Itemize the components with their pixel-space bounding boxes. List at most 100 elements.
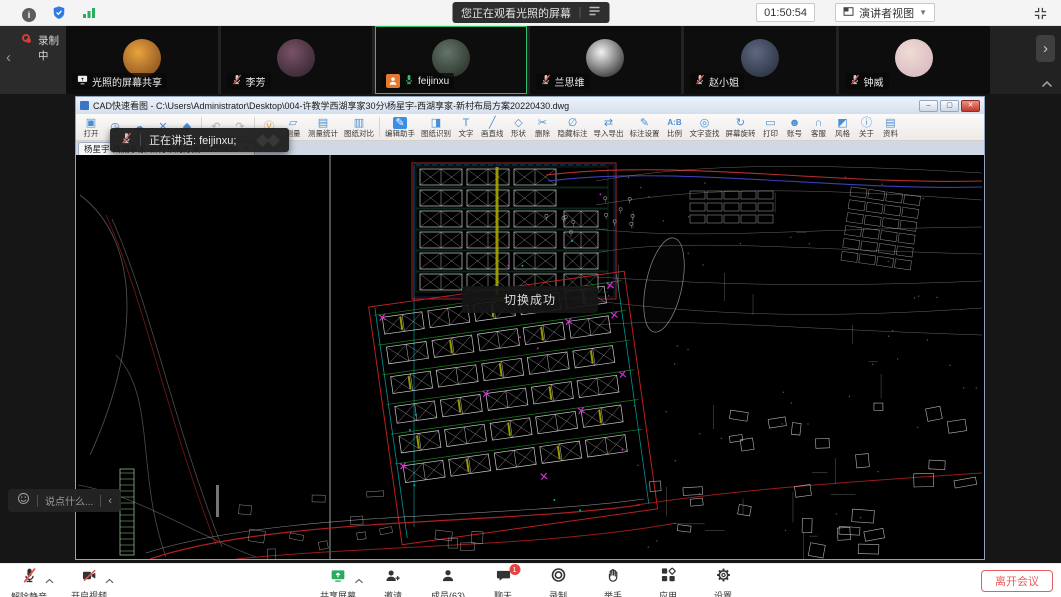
cad-tool-scale-icon[interactable]: A:B比例 [663, 114, 687, 140]
participant-name: 钟威 [864, 74, 884, 89]
cad-tool-label: 比例 [667, 129, 682, 138]
cad-title-bar[interactable]: CAD快速看图 - C:\Users\Administrator\Desktop… [76, 97, 984, 114]
mic-muted-icon [695, 74, 705, 88]
cad-app-icon [80, 101, 89, 110]
about-icon: ⓘ [861, 117, 872, 129]
measure-icon: ▱ [289, 117, 297, 129]
participant-filmstrip: 录制中 ‹ 光照的屏幕共享 李芳 feijinxu兰思维赵小姐 钟威 › [0, 26, 1061, 94]
control-label: 共享屏幕 [320, 589, 356, 597]
participant-tile-李芳[interactable]: 李芳 [221, 26, 373, 94]
cad-tool-style-icon[interactable]: ◩风格 [831, 114, 855, 140]
cad-tool-label: 屏幕旋转 [726, 129, 756, 138]
participant-tile-screenshare[interactable]: 光照的屏幕共享 [66, 26, 218, 94]
invite-icon [385, 568, 402, 588]
avatar [741, 39, 779, 77]
cad-tool-docs-icon[interactable]: ▤资料 [879, 114, 903, 140]
style-icon: ◩ [837, 117, 847, 129]
layout-view-icon [843, 6, 854, 20]
recording-indicator: 录制中 ‹ [0, 26, 66, 94]
meeting-control-bar: 解除静音 开启视频 共享屏幕 邀请 成员(63) 聊天 1 录制 举手 应用 设… [0, 563, 1061, 597]
quick-chat-input[interactable]: 说点什么... ‹ [8, 489, 121, 512]
start-video-button[interactable]: 开启视频 [70, 567, 108, 597]
cad-drawing-canvas[interactable] [76, 155, 984, 559]
cad-tool-label: 删除 [535, 129, 550, 138]
chevron-up-icon[interactable] [354, 571, 363, 589]
cad-tool-drawing-compare-icon[interactable]: ▥图纸对比 [341, 114, 377, 140]
members-button[interactable]: 成员(63) [429, 567, 467, 597]
exit-fullscreen-icon[interactable] [1031, 4, 1049, 22]
mic-active-icon [404, 74, 414, 88]
cad-tool-import-export-icon[interactable]: ⇄导入导出 [591, 114, 627, 140]
cad-tool-screen-rotate-icon[interactable]: ↻屏幕旋转 [723, 114, 759, 140]
cad-tool-hide-annotation-icon[interactable]: ∅隐藏标注 [555, 114, 591, 140]
close-button[interactable]: ✕ [961, 100, 980, 112]
chat-pill-divider2 [100, 495, 101, 507]
participant-tile-钟威[interactable]: 钟威 [839, 26, 991, 94]
cad-tool-label: 标注设置 [630, 129, 660, 138]
cad-tool-support-icon[interactable]: ∩客服 [807, 114, 831, 140]
view-mode-selector[interactable]: 演讲者视图 ▼ [835, 3, 935, 22]
cad-tool-measure-stats-icon[interactable]: ▤测量统计 [305, 114, 341, 140]
cad-tool-label: 关于 [859, 129, 874, 138]
cad-tool-about-icon[interactable]: ⓘ关于 [855, 114, 879, 140]
cad-tool-text-icon[interactable]: T文字 [454, 114, 478, 140]
cad-tool-print-icon[interactable]: ▭打印 [759, 114, 783, 140]
chevron-up-icon[interactable] [105, 571, 114, 589]
mic-muted-icon [850, 74, 860, 88]
settings-button[interactable]: 设置 [704, 567, 742, 597]
cad-tool-label: 账号 [787, 129, 802, 138]
cad-tool-label: 文字查找 [690, 129, 720, 138]
maximize-button[interactable]: ▢ [940, 100, 959, 112]
participant-tile-赵小姐[interactable]: 赵小姐 [684, 26, 836, 94]
avatar [586, 39, 624, 77]
shield-icon[interactable] [52, 5, 66, 25]
shape-icon: ◇ [514, 117, 522, 129]
filmstrip-next-button[interactable]: › [1036, 35, 1055, 62]
filmstrip-collapse-icon[interactable] [1041, 75, 1053, 93]
info-icon[interactable]: i [22, 8, 36, 22]
apps-button[interactable]: 应用 [649, 567, 687, 597]
cad-tool-label: 编辑助手 [385, 129, 415, 138]
control-label: 设置 [714, 589, 732, 597]
share-screen-button[interactable]: 共享屏幕 [319, 567, 357, 597]
chat-button[interactable]: 聊天 1 [484, 567, 522, 597]
unmute-button[interactable]: 解除静音 [10, 567, 48, 597]
share-screen-icon [330, 568, 347, 588]
cad-tool-account-icon[interactable]: ☻账号 [783, 114, 807, 140]
cad-tool-drawing-recognize-icon[interactable]: ◨图纸识别 [418, 114, 454, 140]
minimize-button[interactable]: – [919, 100, 938, 112]
cad-tool-annotation-settings-icon[interactable]: ✎标注设置 [627, 114, 663, 140]
chevron-up-icon[interactable] [45, 571, 54, 589]
view-mode-label: 演讲者视图 [859, 5, 914, 21]
participant-tile-兰思维[interactable]: 兰思维 [530, 26, 682, 94]
chat-collapse-icon[interactable]: ‹ [108, 495, 112, 507]
cad-tool-edit-assistant-icon[interactable]: ✎编辑助手 [382, 114, 418, 140]
leave-meeting-button[interactable]: 离开会议 [981, 570, 1053, 592]
participant-name: 光照的屏幕共享 [92, 74, 162, 89]
network-signal-icon[interactable] [82, 6, 96, 24]
cad-tool-label: 资料 [883, 129, 898, 138]
banner-divider [579, 7, 580, 18]
record-button[interactable]: 录制 [539, 567, 577, 597]
participant-name-badge: 赵小姐 [690, 73, 744, 89]
cad-tool-erase-icon[interactable]: ✂删除 [531, 114, 555, 140]
cad-tool-text-search-icon[interactable]: ◎文字查找 [687, 114, 723, 140]
members-icon [441, 568, 456, 588]
raise-hand-button[interactable]: 举手 [594, 567, 632, 597]
menu-icon[interactable] [588, 6, 600, 19]
emoji-smiley-icon[interactable] [17, 492, 30, 510]
active-speaker-text: 正在讲话: feijinxu; [149, 132, 236, 148]
filmstrip-prev-button[interactable]: ‹ [6, 50, 11, 65]
participant-tile-feijinxu[interactable]: feijinxu [375, 26, 527, 94]
cad-tool-label: 客服 [811, 129, 826, 138]
settings-icon [715, 567, 731, 588]
invite-button[interactable]: 邀请 [374, 567, 412, 597]
watching-banner[interactable]: 您正在观看光照的屏幕 [452, 2, 609, 23]
chat-unread-badge: 1 [509, 564, 520, 575]
cad-tool-open-icon[interactable]: ▣打开 [79, 114, 103, 140]
cad-tool-draw-line-icon[interactable]: ╱画直线 [478, 114, 507, 140]
participant-name: 李芳 [246, 74, 266, 89]
account-icon: ☻ [789, 117, 801, 129]
cad-tool-shape-icon[interactable]: ◇形状 [507, 114, 531, 140]
control-label: 邀请 [384, 589, 402, 597]
